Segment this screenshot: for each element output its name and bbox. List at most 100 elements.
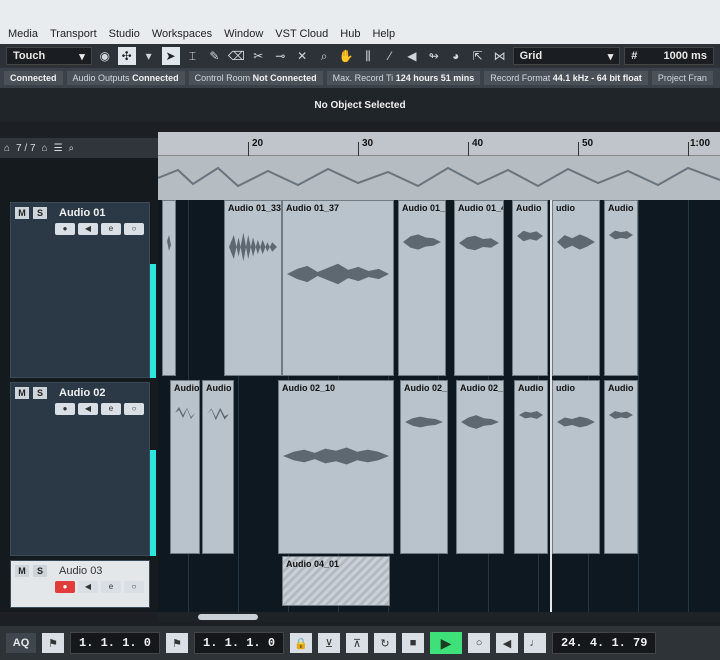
menu-transport[interactable]: Transport — [50, 28, 97, 40]
read-automation-icon[interactable]: ○ — [124, 223, 144, 235]
constrain-icon[interactable]: ✣ — [117, 47, 136, 65]
horizontal-scrollbar[interactable] — [158, 612, 720, 622]
audio-outputs-status[interactable]: Audio Outputs Connected — [66, 71, 185, 85]
audio-clip[interactable]: Audio 02_ — [400, 380, 448, 554]
audio-clip[interactable] — [162, 200, 176, 376]
audio-clip[interactable]: udio — [552, 200, 600, 376]
search-icon[interactable]: ⌕ — [69, 143, 75, 154]
color-tool-icon[interactable]: ◕ — [447, 47, 465, 65]
read-automation-icon[interactable]: ○ — [124, 581, 144, 593]
audio-clip[interactable]: Audio 04_01 — [282, 556, 390, 606]
right-locator-flag-icon[interactable]: ⚑ — [166, 633, 189, 653]
left-locator-flag-icon[interactable]: ⚑ — [42, 633, 64, 653]
audio-clip[interactable]: Audio 02_ — [456, 380, 504, 554]
menu-vst-cloud[interactable]: VST Cloud — [275, 28, 328, 40]
record-enable-icon[interactable]: ● — [55, 581, 75, 593]
audio-clip[interactable]: Audio — [604, 380, 638, 554]
right-locator-display[interactable]: 1. 1. 1. 0 — [194, 632, 285, 654]
project-overview[interactable] — [158, 156, 720, 200]
solo-button[interactable]: S — [33, 207, 47, 219]
track-name[interactable]: Audio 02 — [59, 387, 105, 399]
track-name[interactable]: Audio 01 — [59, 207, 105, 219]
audio-clip[interactable]: Audio — [202, 380, 234, 554]
comp-tool-icon[interactable]: ⫼ — [359, 47, 377, 65]
control-room-status[interactable]: Control Room Not Connected — [188, 71, 323, 85]
record-icon[interactable]: ○ — [468, 633, 491, 653]
list-icon[interactable]: ☰ — [54, 143, 63, 154]
speaker-tool-icon[interactable]: ◀ — [403, 47, 421, 65]
track-audio-03[interactable]: M S Audio 03 ● ◀ e ○ — [10, 560, 150, 608]
mute-button[interactable]: M — [15, 207, 29, 219]
speaker-icon[interactable]: ◀ — [496, 633, 519, 653]
warp-tool-icon[interactable]: ↬ — [425, 47, 443, 65]
mute-tool-icon[interactable]: ✕ — [293, 47, 311, 65]
menu-workspaces[interactable]: Workspaces — [152, 28, 212, 40]
audio-clip[interactable]: Audio — [604, 200, 638, 376]
audio-clip[interactable]: Audio 01_37 — [282, 200, 394, 376]
edit-icon[interactable]: ◉ — [96, 47, 114, 65]
edit-channel-icon[interactable]: e — [101, 403, 121, 415]
solo-button[interactable]: S — [33, 565, 47, 577]
monitor-icon[interactable]: ◀ — [78, 403, 98, 415]
audio-clip[interactable]: Audio 01_33 — [224, 200, 282, 376]
play-button[interactable]: ▶ — [430, 632, 463, 654]
track-name[interactable]: Audio 03 — [59, 565, 102, 577]
scrollbar-thumb[interactable] — [198, 614, 258, 620]
mute-button[interactable]: M — [15, 387, 29, 399]
monitor-icon[interactable]: ◀ — [78, 223, 98, 235]
arrangement-area[interactable]: Audio 01_33 Audio 01_37 Audio 01_ Audio … — [158, 200, 720, 612]
track-add-icon[interactable]: ⌂ — [4, 143, 10, 154]
read-automation-icon[interactable]: ○ — [124, 403, 144, 415]
edit-channel-icon[interactable]: e — [101, 581, 121, 593]
audio-clip[interactable]: Audio 01_ — [398, 200, 446, 376]
mute-button[interactable]: M — [15, 565, 29, 577]
scissors-tool-icon[interactable]: ✂ — [249, 47, 267, 65]
edit-channel-icon[interactable]: e — [101, 223, 121, 235]
audio-clip[interactable]: Audio 02_10 — [278, 380, 394, 554]
glue-tool-icon[interactable]: ⊸ — [271, 47, 289, 65]
snap-toggle-icon[interactable]: ⇱ — [469, 47, 487, 65]
project-frame-status[interactable]: Project Fran — [651, 71, 713, 85]
eraser-tool-icon[interactable]: ⌫ — [227, 47, 245, 65]
punch-out-icon[interactable]: ⊼ — [346, 633, 369, 653]
automation-mode-dropdown[interactable]: Touch ▾ — [6, 47, 92, 65]
object-selection-tool-icon[interactable]: ➤ — [161, 47, 180, 65]
snap-grid-icon[interactable]: ⋈ — [491, 47, 509, 65]
solo-button[interactable]: S — [33, 387, 47, 399]
record-enable-icon[interactable]: ● — [55, 403, 75, 415]
aq-button[interactable]: AQ — [6, 633, 36, 653]
line-tool-icon[interactable]: ⁄ — [381, 47, 399, 65]
position-display[interactable]: 24. 4. 1. 79 — [552, 632, 657, 654]
project-cursor[interactable] — [550, 200, 552, 612]
record-enable-icon[interactable]: ● — [55, 223, 75, 235]
cycle-icon[interactable]: ↻ — [374, 633, 397, 653]
menu-help[interactable]: Help — [372, 28, 395, 40]
record-format-status[interactable]: Record Format 44.1 kHz - 64 bit float — [484, 71, 648, 85]
hand-tool-icon[interactable]: ✋ — [337, 47, 355, 65]
audio-clip[interactable]: Audio — [514, 380, 548, 554]
pencil-tool-icon[interactable]: ✎ — [205, 47, 223, 65]
range-tool-icon[interactable]: ⌶ — [184, 47, 202, 65]
track-audio-01[interactable]: M S Audio 01 ● ◀ e ○ — [10, 202, 150, 378]
punch-in-icon[interactable]: ⊻ — [318, 633, 341, 653]
lock-icon[interactable]: 🔒 — [290, 633, 313, 653]
audio-clip[interactable]: udio — [552, 380, 600, 554]
audio-clip[interactable]: Audio — [512, 200, 548, 376]
menu-studio[interactable]: Studio — [109, 28, 140, 40]
audio-clip[interactable]: Audio 01_4 — [454, 200, 504, 376]
menu-hub[interactable]: Hub — [340, 28, 360, 40]
grid-value-dropdown[interactable]: # 1000 ms — [624, 47, 714, 65]
menu-window[interactable]: Window — [224, 28, 263, 40]
left-locator-display[interactable]: 1. 1. 1. 0 — [70, 632, 161, 654]
menu-media[interactable]: Media — [8, 28, 38, 40]
home-icon[interactable]: ⌂ — [42, 143, 48, 154]
snap-type-dropdown[interactable]: Grid ▾ — [512, 47, 621, 65]
chevron-down-icon[interactable]: ▾ — [140, 47, 158, 65]
monitor-icon[interactable]: ◀ — [78, 581, 98, 593]
metronome-note-icon[interactable]: ♩ — [524, 633, 547, 653]
timeline-ruler[interactable]: 20 30 40 50 1:00 — [158, 132, 720, 200]
max-record-status[interactable]: Max. Record Ti 124 hours 51 mins — [326, 71, 481, 85]
zoom-tool-icon[interactable]: ⌕ — [315, 47, 333, 65]
audio-clip[interactable]: Audio — [170, 380, 200, 554]
ruler-bar[interactable]: 20 30 40 50 1:00 — [158, 132, 720, 156]
